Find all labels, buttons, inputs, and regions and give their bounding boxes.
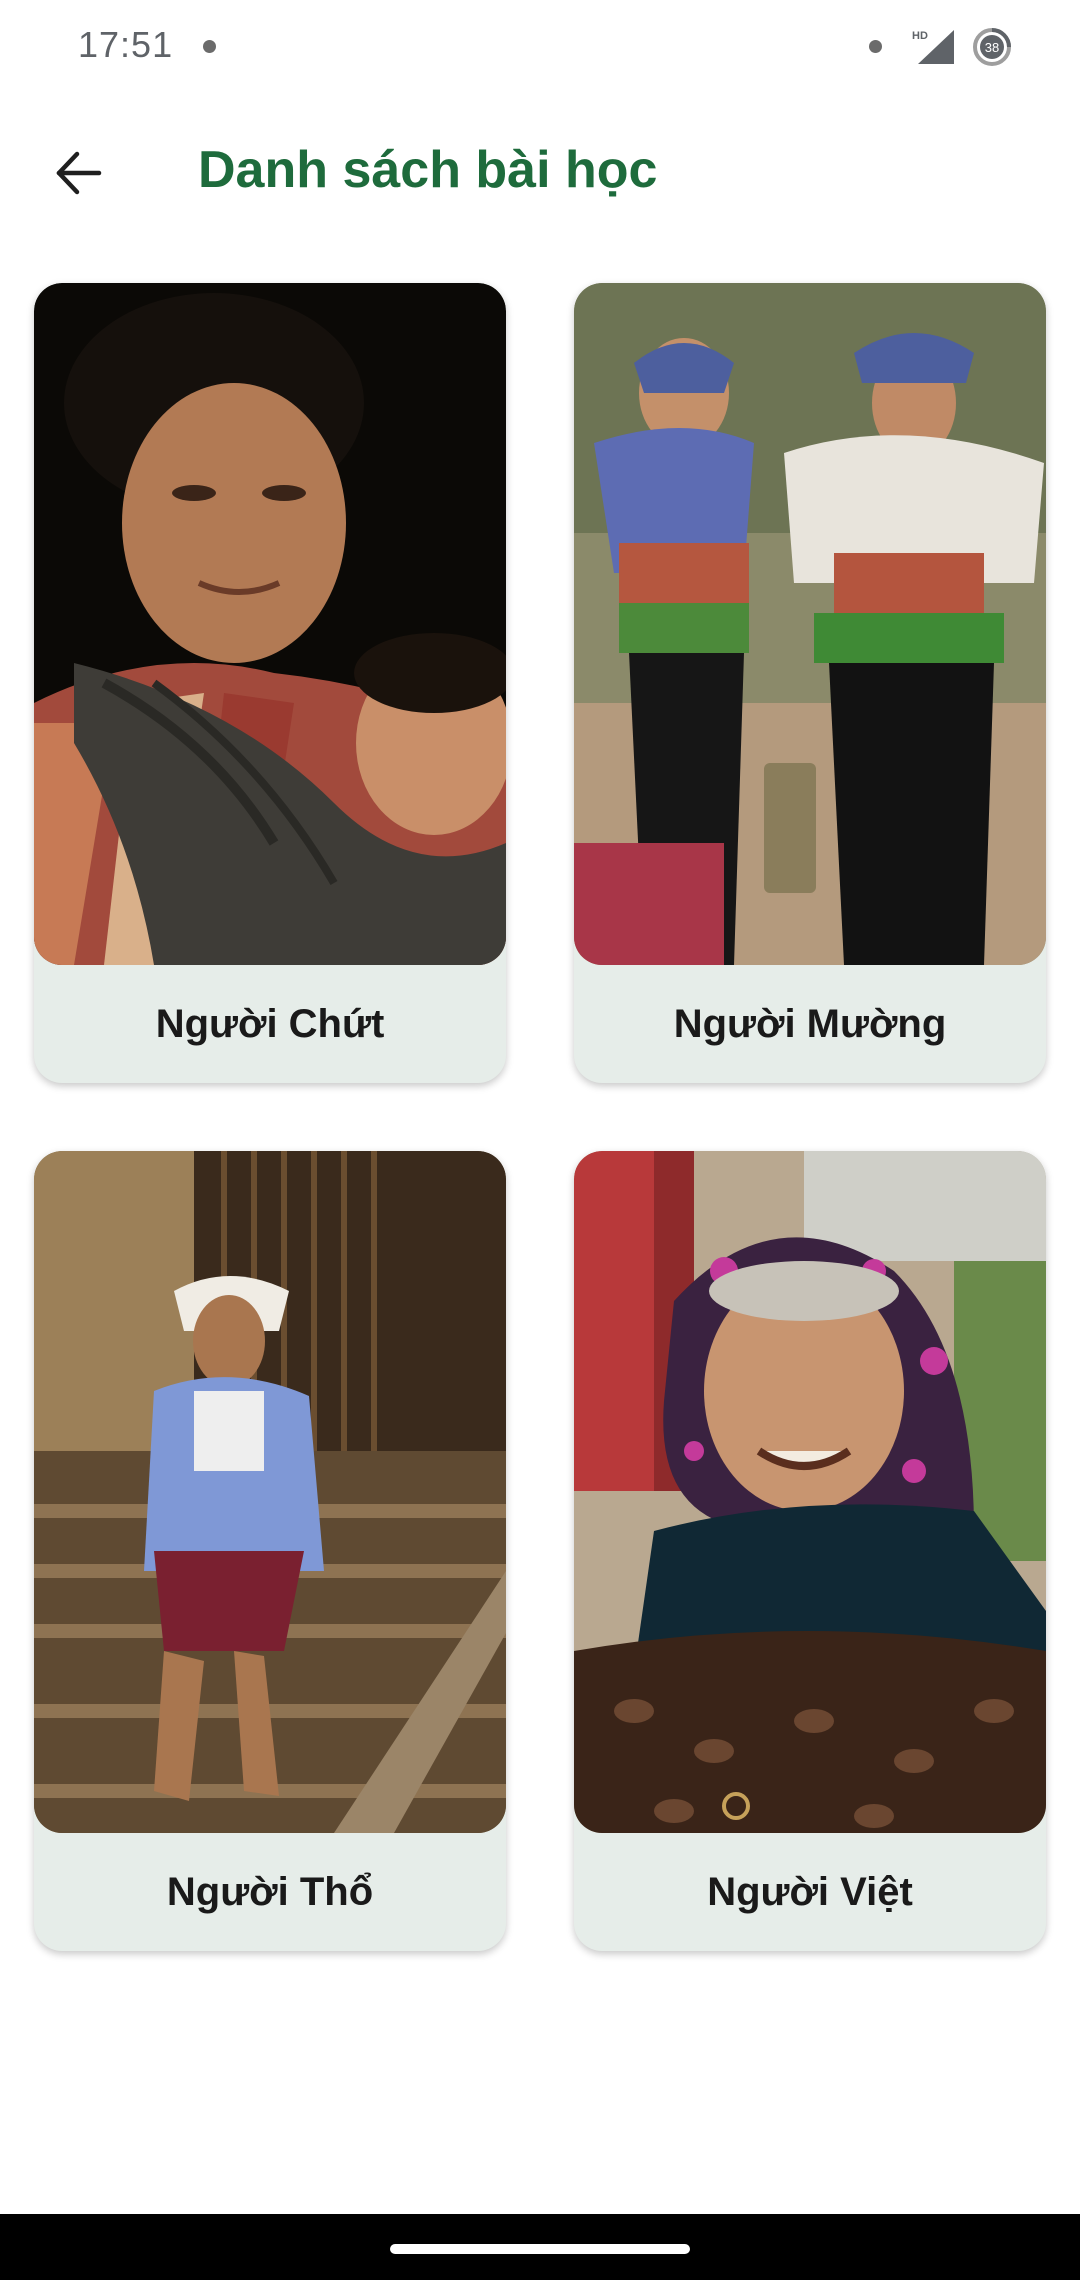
lesson-label: Người Việt	[707, 1869, 913, 1914]
battery-icon: 38	[973, 28, 1011, 66]
status-time: 17:51	[78, 24, 174, 65]
page-title: Danh sách bài học	[198, 141, 658, 199]
lesson-label: Người Mường	[673, 1001, 947, 1046]
lesson-card-nguoi-viet[interactable]: Người Việt	[574, 1151, 1046, 1951]
lesson-photo	[574, 283, 1046, 965]
lesson-card-nguoi-chut[interactable]: Người Chứt	[34, 283, 506, 1083]
notification-dot-icon	[203, 40, 216, 53]
lesson-card-nguoi-tho[interactable]: Người Thổ	[34, 1151, 506, 1951]
screen: 17:51 HD 38 Danh sách bài học Người Chứt…	[0, 0, 1080, 2280]
home-indicator[interactable]	[390, 2244, 690, 2254]
lesson-photo	[574, 1151, 1046, 1833]
network-type-label: HD	[912, 30, 928, 42]
status-bar: 17:51 HD 38	[0, 0, 1080, 92]
status-dot-icon	[869, 40, 882, 53]
back-button[interactable]	[38, 138, 118, 208]
system-navigation-bar	[0, 2214, 1080, 2280]
battery-level: 38	[985, 40, 999, 55]
lesson-label: Người Thổ	[166, 1869, 374, 1914]
arrow-left-icon	[56, 151, 102, 195]
lesson-label: Người Chứt	[155, 1001, 385, 1046]
signal-icon: HD	[912, 30, 954, 64]
lesson-photo	[34, 283, 506, 965]
lesson-photo	[34, 1151, 506, 1833]
lesson-card-nguoi-muong[interactable]: Người Mường	[574, 283, 1046, 1083]
app-bar: Danh sách bài học	[0, 110, 1080, 234]
